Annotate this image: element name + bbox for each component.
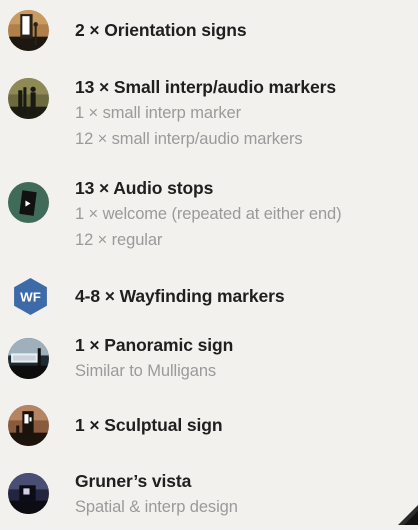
- item-title: Gruner’s vista: [75, 471, 192, 491]
- orientation-sign-icon: [8, 10, 49, 51]
- panoramic-sign-icon: [8, 338, 49, 379]
- item-detail: 12 × regular: [75, 231, 163, 249]
- item-title: 2 × Orientation signs: [75, 20, 247, 40]
- vista-icon: [8, 473, 49, 514]
- wayfinding-hexagon-icon: WF: [10, 276, 51, 317]
- wayfinding-icon-text: WF: [20, 290, 41, 305]
- signage-list: 2 × Orientation signs 13 × Small interp/…: [0, 0, 418, 525]
- item-title: 13 × Audio stops: [75, 178, 214, 198]
- item-detail: 12 × small interp/audio markers: [75, 130, 303, 148]
- item-title: 1 × Panoramic sign: [75, 335, 234, 355]
- item-detail: Spatial & interp design: [75, 498, 238, 516]
- item-title: 1 × Sculptual sign: [75, 415, 223, 435]
- item-detail: 1 × small interp marker: [75, 104, 241, 122]
- audio-stop-icon: [8, 182, 49, 223]
- audio-marker-icon: [8, 78, 49, 119]
- sculptural-sign-icon: [8, 405, 49, 446]
- item-title: 13 × Small interp/audio markers: [75, 77, 336, 97]
- item-detail: 1 × welcome (repeated at either end): [75, 205, 342, 223]
- corner-decoration: [392, 497, 418, 525]
- item-title: 4-8 × Wayfinding markers: [75, 286, 285, 306]
- item-detail: Similar to Mulligans: [75, 362, 217, 380]
